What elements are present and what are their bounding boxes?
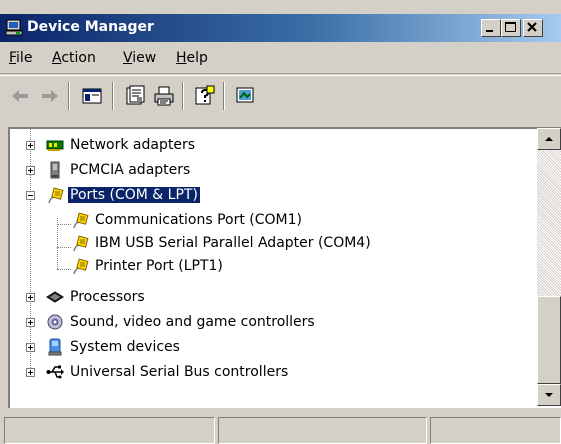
menu-help-accel: H [176, 50, 187, 66]
port-connector-icon [73, 212, 89, 229]
tree-item-processors[interactable]: Processors [46, 286, 147, 308]
maximize-icon [505, 22, 516, 32]
show-hide-console-tree-icon[interactable] [80, 84, 104, 108]
close-button[interactable] [523, 19, 543, 37]
scroll-up-arrow-icon [545, 137, 553, 141]
window-title: Device Manager [27, 19, 154, 35]
scroll-down-button[interactable] [537, 384, 561, 406]
menu-view-label: iew [132, 50, 157, 66]
expand-usb-controllers[interactable] [26, 368, 35, 377]
status-pane [430, 417, 561, 444]
menu-view[interactable]: View [123, 50, 156, 66]
expand-network-adapters[interactable] [26, 141, 35, 150]
tree-item-label: Communications Port (COM1) [95, 212, 302, 228]
expand-system-devices[interactable] [26, 343, 35, 352]
expand-pcmcia-adapters[interactable] [26, 166, 35, 175]
scroll-down-arrow-icon [545, 393, 553, 397]
tree-item-label: Sound, video and game controllers [70, 314, 315, 330]
expand-processors[interactable] [26, 293, 35, 302]
tree-item-sound-video-game[interactable]: Sound, video and game controllers [46, 311, 317, 333]
menu-bar: File Action View Help [0, 42, 561, 74]
tree-item-com4[interactable]: IBM USB Serial Parallel Adapter (COM4) [71, 232, 373, 254]
properties-icon[interactable] [123, 84, 147, 108]
menu-view-accel: V [123, 50, 133, 66]
pcmcia-icon [50, 161, 60, 179]
usb-icon [46, 365, 64, 379]
tree-line [57, 269, 71, 271]
menu-help-label: elp [186, 50, 208, 66]
tree-item-label: Processors [70, 289, 145, 305]
back-arrow-icon[interactable] [8, 84, 32, 108]
tree-item-label: Network adapters [70, 137, 195, 153]
system-device-icon [48, 338, 62, 356]
device-tree[interactable]: Network adapters PCMCIA adapters Ports (… [8, 127, 561, 408]
menu-action-accel: A [52, 50, 62, 66]
minimize-icon [486, 30, 493, 32]
tree-item-label: Printer Port (LPT1) [95, 258, 223, 274]
port-connector-icon [73, 258, 89, 275]
menu-action-label: ction [61, 50, 96, 66]
processor-icon [46, 291, 64, 303]
maximize-button[interactable] [501, 19, 521, 37]
scroll-thumb[interactable] [537, 296, 561, 384]
menu-file-accel: F [9, 50, 17, 66]
status-bar [0, 414, 561, 444]
device-manager-view-icon[interactable] [234, 84, 258, 108]
menu-file-label: ile [16, 50, 33, 66]
vertical-scrollbar[interactable] [537, 128, 561, 406]
expand-sound-video-game[interactable] [26, 318, 35, 327]
forward-arrow-icon[interactable] [38, 84, 62, 108]
port-connector-icon [73, 235, 89, 252]
menu-file[interactable]: File [9, 50, 32, 66]
minimize-button[interactable] [481, 19, 501, 37]
tree-item-com1[interactable]: Communications Port (COM1) [71, 209, 304, 231]
tree-item-pcmcia-adapters[interactable]: PCMCIA adapters [46, 159, 192, 181]
tree-item-ports[interactable]: Ports (COM & LPT) [46, 184, 201, 206]
tree-item-network-adapters[interactable]: Network adapters [46, 134, 197, 156]
status-pane [218, 417, 427, 444]
speaker-icon [47, 314, 63, 330]
close-icon [527, 22, 537, 32]
scroll-up-button[interactable] [537, 128, 561, 150]
toolbar-separator [68, 82, 70, 110]
toolbar [0, 75, 561, 115]
tree-item-label: IBM USB Serial Parallel Adapter (COM4) [95, 235, 371, 251]
tree-item-label: System devices [70, 339, 180, 355]
tree-item-label: Universal Serial Bus controllers [70, 364, 289, 380]
menu-help[interactable]: Help [176, 50, 208, 66]
toolbar-separator [112, 82, 114, 110]
title-bar[interactable]: Device Manager [0, 14, 561, 42]
tree-item-lpt1[interactable]: Printer Port (LPT1) [71, 255, 225, 277]
network-adapter-icon [46, 140, 64, 151]
tree-item-system-devices[interactable]: System devices [46, 336, 182, 358]
toolbar-separator [223, 82, 225, 110]
status-pane [4, 417, 215, 444]
tree-line [57, 247, 71, 249]
device-manager-icon [5, 19, 23, 36]
print-icon[interactable] [152, 84, 176, 108]
tree-line [57, 224, 71, 226]
tree-item-label-selected: Ports (COM & LPT) [67, 186, 201, 204]
tree-item-label: PCMCIA adapters [70, 162, 191, 178]
device-manager-window: Device Manager File Action View Help Net… [0, 0, 561, 444]
help-icon[interactable] [193, 84, 217, 108]
toolbar-separator [182, 82, 184, 110]
menu-action[interactable]: Action [52, 50, 96, 66]
collapse-ports[interactable] [26, 191, 35, 200]
tree-item-usb-controllers[interactable]: Universal Serial Bus controllers [46, 361, 290, 383]
port-connector-icon [48, 187, 64, 204]
